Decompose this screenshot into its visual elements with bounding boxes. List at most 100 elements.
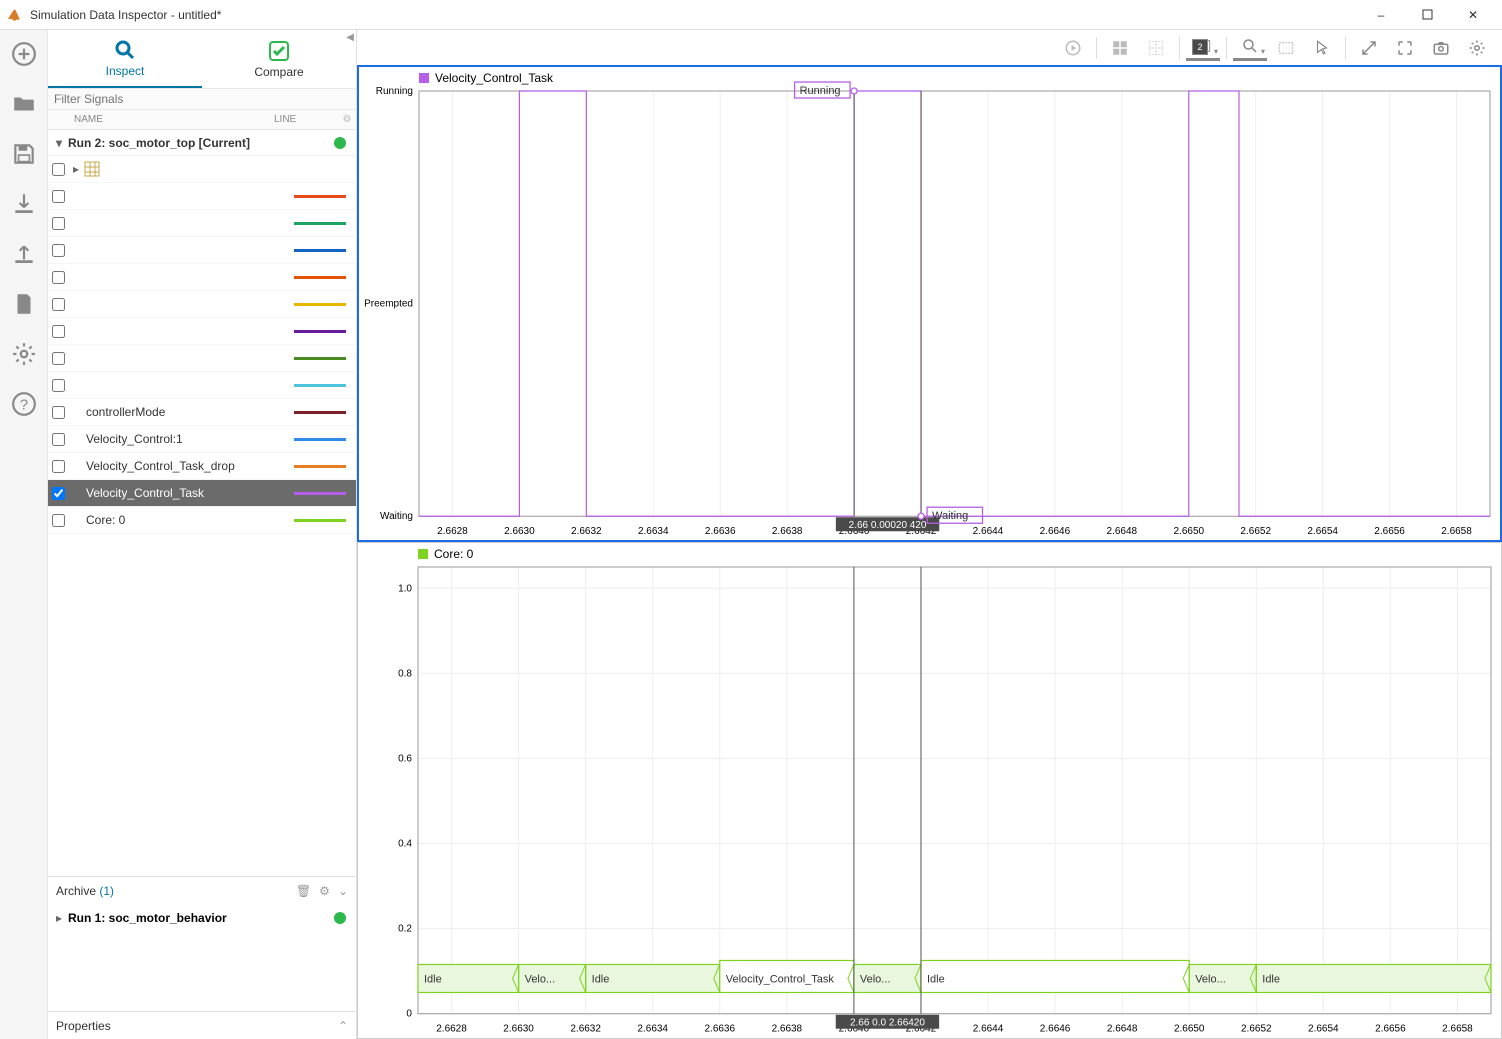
signal-line-swatch [294, 384, 346, 387]
collapse-panel-button[interactable]: ◀ [346, 32, 354, 43]
svg-text:1.0: 1.0 [398, 584, 412, 595]
help-button[interactable]: ? [8, 388, 40, 420]
signal-visibility-checkbox[interactable] [52, 352, 65, 365]
save-button[interactable] [8, 138, 40, 170]
signal-row[interactable] [48, 372, 356, 399]
export-button[interactable] [8, 238, 40, 270]
archive-run-row[interactable]: ▸ Run 1: soc_motor_behavior [48, 905, 356, 931]
signal-visibility-checkbox[interactable] [52, 460, 65, 473]
side-panel: Inspect Compare ◀ NAME LINE ⚙ ▾ Run 2: s… [48, 30, 357, 1039]
svg-text:2.6656: 2.6656 [1375, 1024, 1406, 1035]
signal-row[interactable] [48, 345, 356, 372]
signal-line-swatch [294, 249, 346, 252]
signal-visibility-checkbox[interactable] [52, 271, 65, 284]
signal-row[interactable]: ▸ [48, 156, 356, 183]
signal-visibility-checkbox[interactable] [52, 379, 65, 392]
window-close-button[interactable]: ✕ [1450, 0, 1496, 30]
svg-text:2.6654: 2.6654 [1307, 526, 1338, 537]
signal-visibility-checkbox[interactable] [52, 244, 65, 257]
layout-grid-button[interactable] [1103, 33, 1137, 63]
signal-line-swatch [294, 465, 346, 468]
signal-line-swatch [294, 519, 346, 522]
new-report-button[interactable] [8, 288, 40, 320]
svg-text:?: ? [19, 396, 27, 413]
clear-subplot-button[interactable] [1139, 33, 1173, 63]
expand-button[interactable] [1388, 33, 1422, 63]
svg-text:Velo...: Velo... [1195, 974, 1226, 986]
cursor-button[interactable] [1305, 33, 1339, 63]
archive-collapse-button[interactable]: ⌄ [338, 884, 348, 898]
archive-delete-button[interactable]: 🗑 [296, 884, 311, 898]
signal-visibility-checkbox[interactable] [52, 298, 65, 311]
filter-signals-input[interactable] [48, 89, 356, 109]
signal-tree[interactable]: ▾ Run 2: soc_motor_top [Current] ▸ contro… [48, 130, 356, 876]
maximize-plot-button[interactable] [1352, 33, 1386, 63]
tab-compare[interactable]: Compare [202, 30, 356, 88]
open-folder-button[interactable] [8, 88, 40, 120]
signal-visibility-checkbox[interactable] [52, 406, 65, 419]
svg-text:Running: Running [376, 86, 413, 97]
signal-visibility-checkbox[interactable] [52, 433, 65, 446]
signal-visibility-checkbox[interactable] [52, 217, 65, 230]
signal-visibility-checkbox[interactable] [52, 514, 65, 527]
signal-row[interactable]: controllerMode [48, 399, 356, 426]
archive-expand-icon[interactable]: ▸ [52, 911, 66, 925]
window-minimize-button[interactable]: – [1358, 0, 1404, 30]
zoom-button[interactable] [1233, 35, 1267, 61]
archive-settings-button[interactable]: ⚙ [319, 884, 330, 898]
search-icon [113, 38, 137, 62]
signal-row[interactable]: Core: 0 [48, 507, 356, 534]
visualization-type-button[interactable] [1186, 35, 1220, 61]
matlab-logo-icon [6, 7, 22, 23]
archive-panel: Archive (1) 🗑 ⚙ ⌄ ▸ Run 1: soc_motor_beh… [48, 876, 356, 1011]
signal-row[interactable] [48, 318, 356, 345]
svg-text:0.4: 0.4 [398, 839, 412, 850]
signal-expand-icon[interactable]: ▸ [68, 162, 84, 176]
import-button[interactable] [8, 188, 40, 220]
plot-core-0[interactable]: Core: 0 2.66282.66302.66322.66342.66362.… [357, 542, 1502, 1039]
fit-to-view-button[interactable] [1269, 33, 1303, 63]
svg-text:Preempted: Preempted [364, 299, 413, 310]
preferences-button[interactable] [8, 338, 40, 370]
svg-text:2.6632: 2.6632 [571, 526, 602, 537]
svg-text:2.66 0.00020 420: 2.66 0.00020 420 [849, 520, 927, 531]
svg-text:2.6652: 2.6652 [1241, 1024, 1272, 1035]
svg-text:2.6652: 2.6652 [1240, 526, 1271, 537]
signal-row[interactable] [48, 291, 356, 318]
snapshot-button[interactable] [1424, 33, 1458, 63]
column-settings-button[interactable]: ⚙ [338, 114, 356, 125]
run-collapse-icon[interactable]: ▾ [52, 136, 66, 150]
signal-visibility-checkbox[interactable] [52, 163, 65, 176]
svg-text:2.6630: 2.6630 [503, 1024, 534, 1035]
properties-panel-header[interactable]: Properties ⌃ [48, 1011, 356, 1039]
add-button[interactable] [8, 38, 40, 70]
signal-row[interactable] [48, 264, 356, 291]
svg-text:2.6650: 2.6650 [1173, 526, 1204, 537]
svg-text:Running: Running [800, 85, 841, 97]
run-header[interactable]: ▾ Run 2: soc_motor_top [Current] [48, 130, 356, 156]
signal-row[interactable]: Velocity_Control:1 [48, 426, 356, 453]
svg-text:2.6638: 2.6638 [772, 1024, 803, 1035]
signal-visibility-checkbox[interactable] [52, 190, 65, 203]
signal-row[interactable] [48, 210, 356, 237]
signal-visibility-checkbox[interactable] [52, 487, 65, 500]
svg-text:Velo...: Velo... [860, 974, 891, 986]
svg-text:Waiting: Waiting [932, 510, 968, 522]
svg-text:2.6646: 2.6646 [1040, 526, 1071, 537]
stream-button[interactable] [1056, 33, 1090, 63]
signal-row[interactable]: Velocity_Control_Task_drop [48, 453, 356, 480]
svg-text:2.6628: 2.6628 [436, 1024, 467, 1035]
plot-velocity-control-task[interactable]: Velocity_Control_Task 2.66282.66302.6632… [357, 65, 1502, 542]
svg-text:2.6634: 2.6634 [638, 526, 669, 537]
plot-settings-button[interactable] [1460, 33, 1494, 63]
signal-row[interactable] [48, 237, 356, 264]
signal-row[interactable] [48, 183, 356, 210]
svg-text:2.6650: 2.6650 [1174, 1024, 1205, 1035]
window-maximize-button[interactable] [1404, 0, 1450, 30]
tab-inspect[interactable]: Inspect [48, 30, 202, 88]
signal-line-swatch [294, 222, 346, 225]
svg-text:2.6636: 2.6636 [705, 526, 736, 537]
signal-line-swatch [294, 195, 346, 198]
signal-visibility-checkbox[interactable] [52, 325, 65, 338]
signal-row[interactable]: Velocity_Control_Task [48, 480, 356, 507]
